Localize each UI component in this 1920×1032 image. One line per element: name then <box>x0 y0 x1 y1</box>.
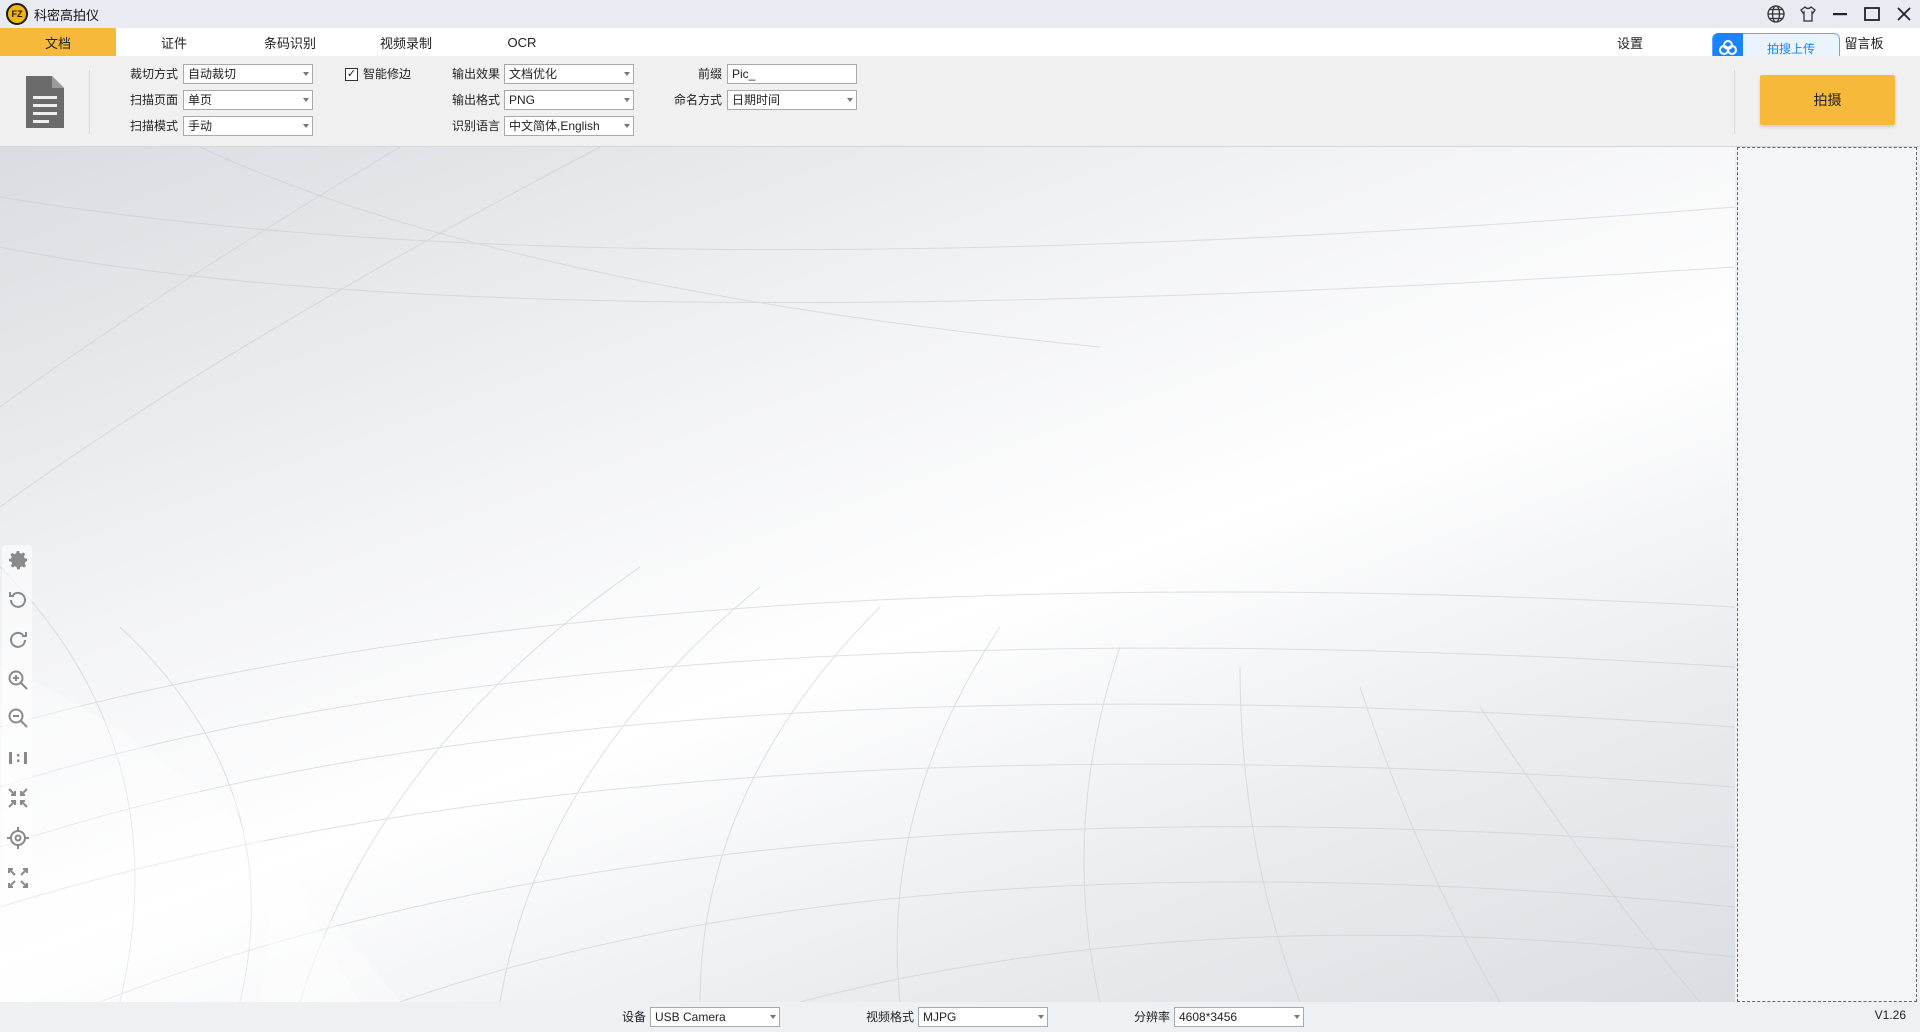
ocr-language-label: 识别语言 <box>451 119 500 133</box>
tab-document[interactable]: 文档 <box>0 28 116 56</box>
status-bar: 设备 USB Camera 视频格式 MJPG 分辨率 4608*3456 V1… <box>0 1002 1920 1032</box>
minimize-button[interactable] <box>1824 0 1856 28</box>
dropdown-arrow-icon <box>303 72 309 76</box>
crop-mode-label: 裁切方式 <box>129 67 178 81</box>
rotate-left-icon[interactable] <box>5 587 30 612</box>
tab-id-card[interactable]: 证件 <box>116 28 232 56</box>
scan-page-label: 扫描页面 <box>129 93 178 107</box>
tab-ocr[interactable]: OCR <box>464 28 580 56</box>
output-format-value: PNG <box>509 93 536 107</box>
app-title: 科密高拍仪 <box>34 7 100 23</box>
thumbnail-panel[interactable] <box>1737 147 1917 1002</box>
device-label: 设备 <box>621 1010 646 1024</box>
prefix-label: 前缀 <box>697 67 722 81</box>
separator <box>89 70 90 134</box>
scan-mode-select[interactable]: 手动 <box>183 116 313 136</box>
video-format-value: MJPG <box>923 1010 957 1024</box>
document-mode-icon <box>22 74 66 130</box>
resolution-select[interactable]: 4608*3456 <box>1174 1007 1304 1027</box>
output-effect-label: 输出效果 <box>451 67 500 81</box>
tab-bar: 文档 证件 条码识别 视频录制 OCR 设置 留言板 <box>0 28 1920 56</box>
prefix-input[interactable]: Pic_ <box>727 64 857 84</box>
scan-mode-value: 手动 <box>188 119 213 133</box>
gear-icon[interactable] <box>5 547 30 572</box>
fit-window-icon[interactable] <box>5 785 30 810</box>
settings-toolbar: 裁切方式 自动裁切 扫描页面 单页 扫描模式 手动 ✓ 智能修边 输出效果 文档… <box>0 56 1920 147</box>
crosshair-icon[interactable] <box>5 825 30 850</box>
dropdown-arrow-icon <box>847 98 853 102</box>
dropdown-arrow-icon <box>303 98 309 102</box>
resolution-label: 分辨率 <box>1133 1010 1170 1024</box>
zoom-in-icon[interactable] <box>5 667 30 692</box>
version-label: V1.26 <box>1874 1008 1906 1022</box>
naming-mode-select[interactable]: 日期时间 <box>727 90 857 110</box>
skin-shirt-icon[interactable] <box>1792 0 1824 28</box>
video-format-label: 视频格式 <box>865 1010 914 1024</box>
crop-mode-value: 自动裁切 <box>188 67 237 81</box>
dropdown-arrow-icon <box>624 72 630 76</box>
device-select[interactable]: USB Camera <box>650 1007 780 1027</box>
zoom-out-icon[interactable] <box>5 705 30 730</box>
title-bar: FZ 科密高拍仪 <box>0 0 1920 28</box>
actual-size-icon[interactable] <box>5 745 30 770</box>
dropdown-arrow-icon <box>624 98 630 102</box>
rotate-right-icon[interactable] <box>5 627 30 652</box>
output-format-select[interactable]: PNG <box>504 90 634 110</box>
video-format-select[interactable]: MJPG <box>918 1007 1048 1027</box>
smart-edge-checkbox[interactable]: ✓ <box>345 68 358 81</box>
dropdown-arrow-icon <box>624 124 630 128</box>
camera-preview[interactable] <box>0 147 1735 1002</box>
scan-mode-label: 扫描模式 <box>129 119 178 133</box>
tab-settings[interactable]: 设置 <box>1572 28 1688 56</box>
separator <box>1734 70 1735 134</box>
window-controls <box>1760 0 1920 28</box>
capture-button[interactable]: 拍摄 <box>1760 75 1895 125</box>
upload-label: 拍搜上传 <box>1766 41 1815 56</box>
preview-tool-strip <box>2 545 32 895</box>
scan-page-value: 单页 <box>188 93 213 107</box>
maximize-button[interactable] <box>1856 0 1888 28</box>
output-effect-value: 文档优化 <box>509 67 558 81</box>
language-globe-icon[interactable] <box>1760 0 1792 28</box>
ocr-language-value: 中文简体,English <box>509 119 600 133</box>
naming-mode-label: 命名方式 <box>673 93 722 107</box>
naming-mode-value: 日期时间 <box>732 93 781 107</box>
device-value: USB Camera <box>655 1010 726 1024</box>
ocr-language-select[interactable]: 中文简体,English <box>504 116 634 136</box>
dropdown-arrow-icon <box>1038 1015 1044 1019</box>
scan-page-select[interactable]: 单页 <box>183 90 313 110</box>
output-effect-select[interactable]: 文档优化 <box>504 64 634 84</box>
resolution-value: 4608*3456 <box>1179 1010 1238 1024</box>
tab-barcode[interactable]: 条码识别 <box>232 28 348 56</box>
output-format-label: 输出格式 <box>451 93 500 107</box>
dropdown-arrow-icon <box>1294 1015 1300 1019</box>
close-button[interactable] <box>1888 0 1920 28</box>
fullscreen-icon[interactable] <box>5 865 30 890</box>
preview-background <box>0 147 1735 1002</box>
dropdown-arrow-icon <box>303 124 309 128</box>
tab-video-record[interactable]: 视频录制 <box>348 28 464 56</box>
crop-mode-select[interactable]: 自动裁切 <box>183 64 313 84</box>
smart-edge-label: 智能修边 <box>363 67 412 81</box>
app-logo: FZ <box>6 3 28 25</box>
dropdown-arrow-icon <box>770 1015 776 1019</box>
